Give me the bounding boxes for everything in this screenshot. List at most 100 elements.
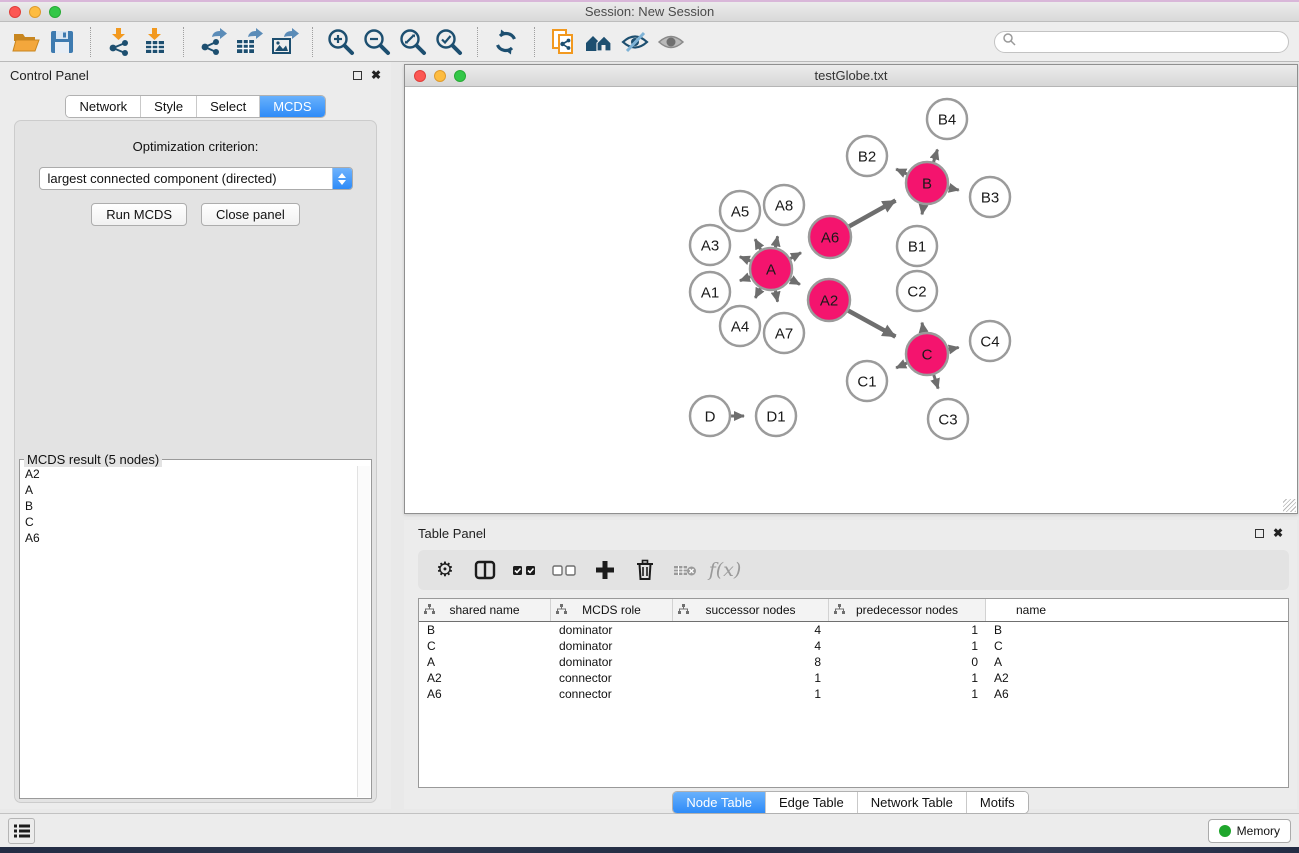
task-history-button[interactable]	[8, 818, 35, 844]
table-cell[interactable]: A	[419, 654, 551, 670]
graph-node-B1[interactable]: B1	[897, 226, 937, 266]
table-cell[interactable]	[1076, 654, 1288, 670]
export-image-icon[interactable]	[266, 26, 302, 58]
graph-node-C4[interactable]: C4	[970, 321, 1010, 361]
column-header-shared-name[interactable]: shared name	[419, 599, 551, 621]
graph-node-C3[interactable]: C3	[928, 399, 968, 439]
zoom-fit-icon[interactable]	[395, 26, 431, 58]
graph-edge-C-C4[interactable]	[949, 347, 959, 349]
float-panel-icon[interactable]	[353, 71, 362, 80]
tab-edge-table[interactable]: Edge Table	[765, 792, 857, 813]
network-home-icon[interactable]	[581, 26, 617, 58]
graph-node-A8[interactable]: A8	[764, 185, 804, 225]
table-cell[interactable]	[1076, 622, 1288, 638]
column-layout-icon[interactable]	[472, 557, 498, 583]
graph-node-B2[interactable]: B2	[847, 136, 887, 176]
mcds-result-item[interactable]: A	[21, 482, 357, 498]
table-cell[interactable]: A6	[419, 686, 551, 702]
table-cell[interactable]: connector	[551, 670, 673, 686]
table-cell[interactable]: B	[986, 622, 1076, 638]
mcds-result-scrollbar[interactable]	[357, 466, 370, 797]
column-header-successor-nodes[interactable]: successor nodes	[673, 599, 829, 621]
graph-edge-C-C1[interactable]	[896, 363, 907, 368]
column-header-name[interactable]: name	[986, 599, 1076, 621]
graph-node-D1[interactable]: D1	[756, 396, 796, 436]
graph-node-A4[interactable]: A4	[720, 306, 760, 346]
table-cell[interactable]: dominator	[551, 638, 673, 654]
refresh-icon[interactable]	[488, 26, 524, 58]
open-file-icon[interactable]	[8, 26, 44, 58]
tab-network[interactable]: Network	[66, 96, 140, 117]
delete-column-icon[interactable]	[632, 557, 658, 583]
table-cell[interactable]: 1	[829, 638, 986, 654]
zoom-selected-icon[interactable]	[431, 26, 467, 58]
graph-edge-A2-C[interactable]	[848, 311, 895, 337]
table-cell[interactable]: 8	[673, 654, 829, 670]
graph-node-A2[interactable]: A2	[808, 279, 850, 321]
run-mcds-button[interactable]: Run MCDS	[91, 203, 187, 226]
graph-node-C2[interactable]: C2	[897, 271, 937, 311]
graph-node-A3[interactable]: A3	[690, 225, 730, 265]
graph-node-A1[interactable]: A1	[690, 272, 730, 312]
table-cell[interactable]: 4	[673, 638, 829, 654]
select-all-icon[interactable]	[512, 557, 538, 583]
tab-node-table[interactable]: Node Table	[673, 792, 765, 813]
add-column-icon[interactable]	[592, 557, 618, 583]
table-row[interactable]: Adominator80A	[419, 654, 1288, 670]
table-row[interactable]: Bdominator41B	[419, 622, 1288, 638]
table-cell[interactable]: connector	[551, 686, 673, 702]
table-cell[interactable]: 1	[673, 686, 829, 702]
graph-node-A7[interactable]: A7	[764, 313, 804, 353]
graph-node-B3[interactable]: B3	[970, 177, 1010, 217]
graph-node-D[interactable]: D	[690, 396, 730, 436]
table-cell[interactable]: 1	[829, 622, 986, 638]
export-network-icon[interactable]	[194, 26, 230, 58]
zoom-out-icon[interactable]	[359, 26, 395, 58]
deselect-all-icon[interactable]	[552, 557, 578, 583]
table-cell[interactable]	[1076, 670, 1288, 686]
graph-edge-A-A8[interactable]	[775, 236, 777, 247]
criterion-dropdown[interactable]: largest connected component (directed)	[39, 167, 353, 190]
tab-select[interactable]: Select	[196, 96, 259, 117]
table-row[interactable]: A6connector11A6	[419, 686, 1288, 702]
graph-edge-B-B3[interactable]	[948, 188, 958, 190]
table-cell[interactable]: 0	[829, 654, 986, 670]
table-cell[interactable]: 1	[673, 670, 829, 686]
table-cell[interactable]: C	[419, 638, 551, 654]
import-table-icon[interactable]	[137, 26, 173, 58]
graph-edge-C-C2[interactable]	[922, 323, 924, 333]
table-cell[interactable]: A6	[986, 686, 1076, 702]
graph-edge-A-A2[interactable]	[790, 279, 799, 284]
graph-edge-A-A1[interactable]	[740, 277, 750, 281]
graph-node-A6[interactable]: A6	[809, 216, 851, 258]
window-resize-grip[interactable]	[1283, 499, 1296, 512]
zoom-in-icon[interactable]	[323, 26, 359, 58]
graph-edge-A-A3[interactable]	[740, 257, 751, 261]
tab-style[interactable]: Style	[140, 96, 196, 117]
import-network-icon[interactable]	[101, 26, 137, 58]
graph-edge-B-B1[interactable]	[922, 205, 924, 215]
graph-node-B[interactable]: B	[906, 162, 948, 204]
graph-node-C[interactable]: C	[906, 333, 948, 375]
graph-edge-C-C3[interactable]	[934, 375, 938, 389]
tab-network-table[interactable]: Network Table	[857, 792, 966, 813]
show-all-icon[interactable]	[653, 26, 689, 58]
mcds-result-item[interactable]: C	[21, 514, 357, 530]
column-header-predecessor-nodes[interactable]: predecessor nodes	[829, 599, 986, 621]
table-cell[interactable]: dominator	[551, 654, 673, 670]
mcds-result-item[interactable]: A6	[21, 530, 357, 546]
network-canvas[interactable]: B4B2BB3A5A8A6B1A3AA1C2A2A4A7C4CC1C3DD1	[405, 87, 1297, 513]
table-cell[interactable]: 4	[673, 622, 829, 638]
network-graph[interactable]: B4B2BB3A5A8A6B1A3AA1C2A2A4A7C4CC1C3DD1	[405, 87, 1297, 513]
graph-node-A5[interactable]: A5	[720, 191, 760, 231]
hide-selected-icon[interactable]	[617, 26, 653, 58]
table-cell[interactable]	[1076, 638, 1288, 654]
network-window-titlebar[interactable]: testGlobe.txt	[405, 65, 1297, 87]
graph-node-C1[interactable]: C1	[847, 361, 887, 401]
graph-edge-B-B4[interactable]	[934, 150, 938, 162]
mcds-result-item[interactable]: A2	[21, 466, 357, 482]
graph-edge-A-A6[interactable]	[790, 253, 801, 259]
graph-edge-B-B2[interactable]	[896, 169, 907, 174]
column-header-mcds-role[interactable]: MCDS role	[551, 599, 673, 621]
clone-network-icon[interactable]	[545, 26, 581, 58]
